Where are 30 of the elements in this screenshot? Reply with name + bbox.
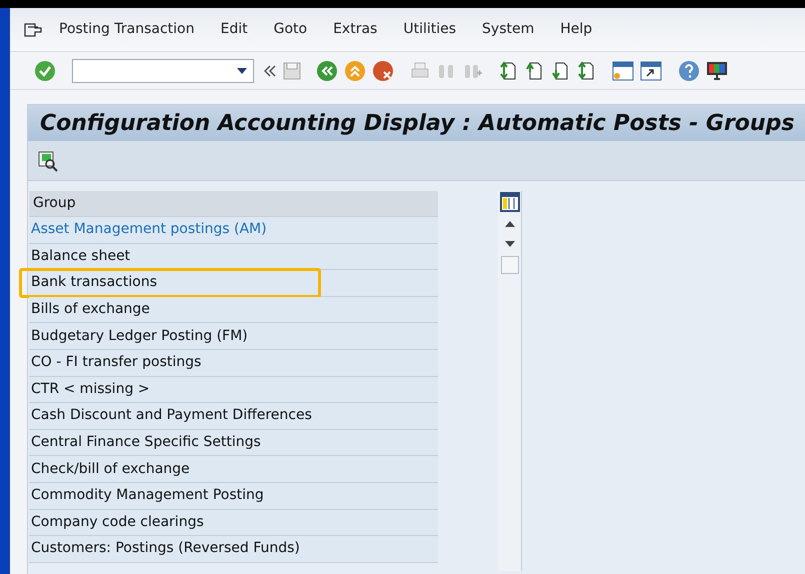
search-document-icon[interactable] [38, 150, 58, 172]
menu-item[interactable]: Help [560, 19, 592, 40]
shortcut-window-icon[interactable] [640, 60, 662, 80]
previous-page-icon[interactable] [524, 60, 544, 80]
column-header[interactable]: Group [29, 191, 438, 217]
double-chevron-icon[interactable] [264, 64, 276, 76]
screen-title: Configuration Accounting Display : Automatic Posts - Groups [40, 110, 794, 138]
menu-item[interactable]: Extras [333, 19, 378, 40]
help-icon[interactable] [678, 60, 700, 82]
back-icon[interactable] [316, 60, 338, 82]
menu-item[interactable]: System [482, 19, 534, 40]
checkmark-icon[interactable] [34, 60, 56, 82]
scrollbar-thumb[interactable] [500, 256, 518, 274]
scroll-down-icon[interactable] [504, 241, 514, 247]
dropdown-caret-icon[interactable] [237, 68, 247, 74]
monitor-icon[interactable] [706, 60, 728, 80]
first-page-icon[interactable] [498, 60, 518, 80]
column-settings-icon[interactable] [500, 192, 520, 212]
cancel-icon[interactable] [372, 60, 394, 82]
menu-icon[interactable] [24, 22, 42, 36]
last-page-icon[interactable] [576, 60, 596, 80]
scroll-up-icon[interactable] [504, 221, 514, 227]
menu-item[interactable]: Edit [220, 19, 248, 40]
menu-item[interactable]: Goto [274, 19, 308, 40]
table-cell[interactable]: Balance sheet [31, 246, 130, 267]
next-page-icon[interactable] [550, 60, 570, 80]
menu-item[interactable]: Utilities [403, 19, 456, 40]
new-window-icon[interactable] [612, 60, 634, 80]
command-field[interactable] [72, 58, 254, 82]
menu-item[interactable]: Posting Transaction [59, 19, 194, 40]
